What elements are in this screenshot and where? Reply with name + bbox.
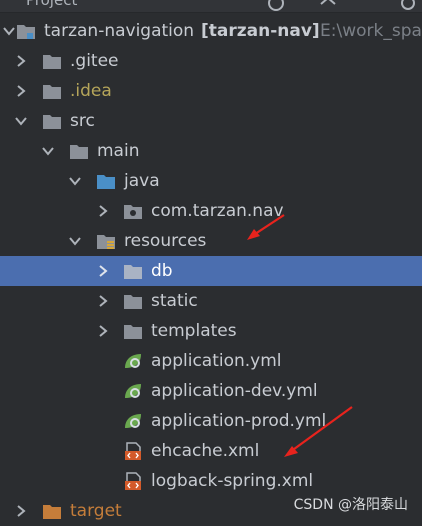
tree-label: main <box>97 141 140 161</box>
collapse-icon[interactable] <box>318 0 338 12</box>
project-name: tarzan-navigation <box>44 21 195 41</box>
source-folder-icon <box>97 175 115 189</box>
chevron-right-icon[interactable] <box>96 294 110 308</box>
xml-file-icon <box>125 442 141 460</box>
tree-row-gitee[interactable]: .gitee <box>0 46 422 76</box>
locate-icon[interactable] <box>266 0 286 12</box>
tree-row-root[interactable]: tarzan-navigation [tarzan-nav] E:\work_s… <box>0 16 422 46</box>
tree-row-logback-xml[interactable]: logback-spring.xml <box>0 466 422 496</box>
annotation-arrow <box>284 406 353 457</box>
chevron-down-icon[interactable] <box>14 114 28 128</box>
tree-label: java <box>124 171 160 191</box>
tree-label: target <box>70 501 122 521</box>
panel-title[interactable]: Project <box>26 0 77 9</box>
project-toolbar: Project <box>0 0 422 13</box>
annotation-arrow <box>247 214 285 240</box>
tree-row-src[interactable]: src <box>0 106 422 136</box>
tree-row-db[interactable]: db <box>0 256 422 286</box>
watermark: CSDN @洛阳泰山 <box>293 497 408 513</box>
excluded-folder-icon <box>43 505 61 519</box>
spring-config-icon <box>125 354 141 368</box>
tree-label: static <box>151 291 198 311</box>
chevron-down-icon[interactable] <box>68 174 82 188</box>
tree-row-application-yml[interactable]: application.yml <box>0 346 422 376</box>
folder-icon <box>124 325 142 339</box>
tree-label: logback-spring.xml <box>151 471 314 491</box>
folder-icon <box>70 145 88 159</box>
chevron-down-icon[interactable] <box>2 24 16 38</box>
folder-icon <box>43 85 61 99</box>
tree-row-application-dev-yml[interactable]: application-dev.yml <box>0 376 422 406</box>
module-folder-icon <box>17 25 35 39</box>
tree-row-templates[interactable]: templates <box>0 316 422 346</box>
spring-config-icon <box>125 384 141 398</box>
tree-label: application-dev.yml <box>151 381 318 401</box>
chevron-right-icon[interactable] <box>96 204 110 218</box>
tree-row-application-prod-yml[interactable]: application-prod.yml <box>0 406 422 436</box>
module-name: [tarzan-nav] <box>201 21 320 41</box>
package-icon <box>124 205 142 219</box>
chevron-right-icon[interactable] <box>14 54 28 68</box>
tree-label: application.yml <box>151 351 282 371</box>
chevron-right-icon[interactable] <box>14 504 28 518</box>
tree-row-static[interactable]: static <box>0 286 422 316</box>
tree-row-java[interactable]: java <box>0 166 422 196</box>
tree-label: db <box>151 261 173 281</box>
tree-row-resources[interactable]: resources <box>0 226 422 256</box>
tree-row-package[interactable]: com.tarzan.nav <box>0 196 422 226</box>
options-icon[interactable] <box>398 0 418 12</box>
folder-icon <box>124 295 142 309</box>
folder-icon <box>43 115 61 129</box>
chevron-right-icon[interactable] <box>14 84 28 98</box>
xml-file-icon <box>125 472 141 490</box>
spring-config-icon <box>125 414 141 428</box>
tree-label: src <box>70 111 95 131</box>
project-path: E:\work_spa <box>320 21 422 41</box>
chevron-down-icon[interactable] <box>41 144 55 158</box>
tree-row-idea[interactable]: .idea <box>0 76 422 106</box>
tree-row-ehcache-xml[interactable]: ehcache.xml <box>0 436 422 466</box>
tree-label: .gitee <box>70 51 119 71</box>
tree-label: templates <box>151 321 237 341</box>
chevron-right-icon[interactable] <box>96 264 110 278</box>
tree-label: .idea <box>70 81 112 101</box>
resources-folder-icon <box>97 235 115 249</box>
chevron-right-icon[interactable] <box>96 324 110 338</box>
tree-label: resources <box>124 231 207 251</box>
tree-row-main[interactable]: main <box>0 136 422 166</box>
folder-icon <box>43 55 61 69</box>
folder-icon <box>124 265 142 279</box>
chevron-down-icon[interactable] <box>68 234 82 248</box>
tree-label: ehcache.xml <box>151 441 260 461</box>
